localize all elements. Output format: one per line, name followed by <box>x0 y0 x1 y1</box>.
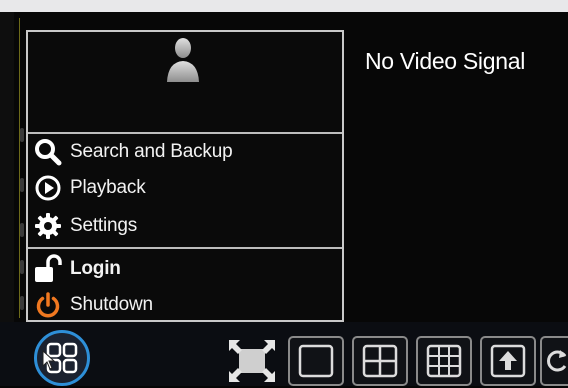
single-view-button[interactable] <box>288 336 344 386</box>
side-tab <box>20 296 24 310</box>
top-glare <box>0 0 568 12</box>
quad-view-button[interactable] <box>352 336 408 386</box>
side-tab <box>20 260 24 274</box>
menu-item-shutdown[interactable]: Shutdown <box>32 288 332 322</box>
nine-view-button[interactable] <box>416 336 472 386</box>
mouse-cursor-icon <box>42 350 56 370</box>
menu-item-label: Settings <box>70 215 138 236</box>
menu-divider <box>28 247 342 249</box>
side-tab <box>20 223 24 237</box>
main-menu-panel: Search and Backup Playback Settings Logi… <box>26 30 344 322</box>
single-view-icon <box>298 344 334 378</box>
side-tab <box>20 178 24 192</box>
settings-icon <box>32 210 64 242</box>
fullscreen-icon <box>229 340 275 382</box>
search-icon <box>32 136 64 168</box>
user-avatar-icon[interactable] <box>165 36 201 84</box>
menu-item-search-and-backup[interactable]: Search and Backup <box>32 135 332 169</box>
menu-item-label: Shutdown <box>70 294 153 315</box>
menu-item-playback[interactable]: Playback <box>32 171 332 205</box>
power-icon <box>32 289 64 321</box>
fullscreen-button[interactable] <box>224 336 280 386</box>
menu-item-label: Login <box>70 258 121 279</box>
menu-item-label: Search and Backup <box>70 141 233 162</box>
side-tab <box>20 128 24 142</box>
upload-icon <box>490 344 526 378</box>
quad-view-icon <box>362 344 398 378</box>
menu-item-label: Playback <box>70 177 146 198</box>
upload-button[interactable] <box>480 336 536 386</box>
menu-item-settings[interactable]: Settings <box>32 209 332 243</box>
playback-icon <box>32 172 64 204</box>
menu-item-login[interactable]: Login <box>32 252 332 286</box>
video-status-text: No Video Signal <box>365 48 526 74</box>
refresh-button[interactable] <box>540 336 568 386</box>
refresh-icon <box>547 350 567 372</box>
nine-view-icon <box>426 344 462 378</box>
unlock-icon <box>32 253 64 285</box>
user-area <box>28 32 342 134</box>
